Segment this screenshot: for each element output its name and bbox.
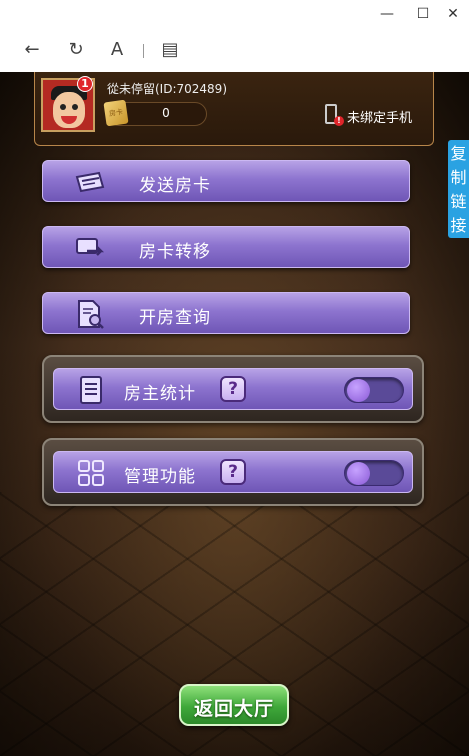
minimize-button[interactable]: — [372,4,402,24]
browser-toolbar: ← ↻ A ▤ [0,28,469,72]
transfer-card-label: 房卡转移 [139,242,211,262]
document-search-icon [78,300,104,329]
close-button[interactable]: ✕ [438,4,468,24]
management-toggle[interactable] [344,460,404,486]
management-panel: 管理功能 ? [42,438,424,506]
room-card-count: 0 [162,106,170,120]
copy-link-char: 接 [450,216,467,235]
back-arrow-icon[interactable]: ← [20,38,44,62]
owner-stats-row: 房主统计 ? [53,368,413,410]
copy-link-tab[interactable]: 复 制 链 接 [448,140,469,238]
send-card-label: 发送房卡 [139,176,211,196]
toggle-knob [347,379,370,402]
toolbar-divider [143,44,144,58]
toggle-knob [347,462,370,485]
owner-stats-panel: 房主统计 ? [42,355,424,423]
profile-header: 1 從未停留(ID:702489) 房卡 0 ! 未绑定手机 [34,72,434,146]
room-query-button[interactable]: 开房查询 [42,292,410,334]
grid-apps-icon [78,460,104,486]
card-send-icon [75,171,105,193]
management-row: 管理功能 ? [53,451,413,493]
back-to-lobby-button[interactable]: 返回大厅 [179,684,289,726]
owner-stats-toggle[interactable] [344,377,404,403]
phone-bind-status[interactable]: 未绑定手机 [347,107,412,126]
copy-link-char: 复 [450,144,467,163]
copy-link-char: 链 [450,192,467,211]
copy-link-char: 制 [450,168,467,187]
back-to-lobby-label: 返回大厅 [193,698,274,720]
list-document-icon [80,376,102,404]
management-help-button[interactable]: ? [220,459,246,485]
username-label: 從未停留(ID:702489) [107,82,227,96]
refresh-icon[interactable]: ↻ [64,38,88,62]
warning-icon: ! [334,116,344,126]
send-card-button[interactable]: 发送房卡 [42,160,410,202]
font-size-icon[interactable]: A [105,38,129,62]
reader-mode-icon[interactable]: ▤ [158,38,182,62]
window-titlebar: — ☐ ✕ [0,0,469,28]
game-screen: 1 從未停留(ID:702489) 房卡 0 ! 未绑定手机 复 制 链 接 发… [0,72,469,756]
transfer-card-button[interactable]: 房卡转移 [42,226,410,268]
maximize-button[interactable]: ☐ [408,4,438,24]
management-label: 管理功能 [124,467,196,487]
room-query-label: 开房查询 [139,308,211,328]
room-card-icon: 房卡 [103,99,129,127]
card-transfer-icon [76,238,105,256]
notification-badge: 1 [77,76,93,92]
owner-stats-label: 房主统计 [124,384,196,404]
owner-stats-help-button[interactable]: ? [220,376,246,402]
